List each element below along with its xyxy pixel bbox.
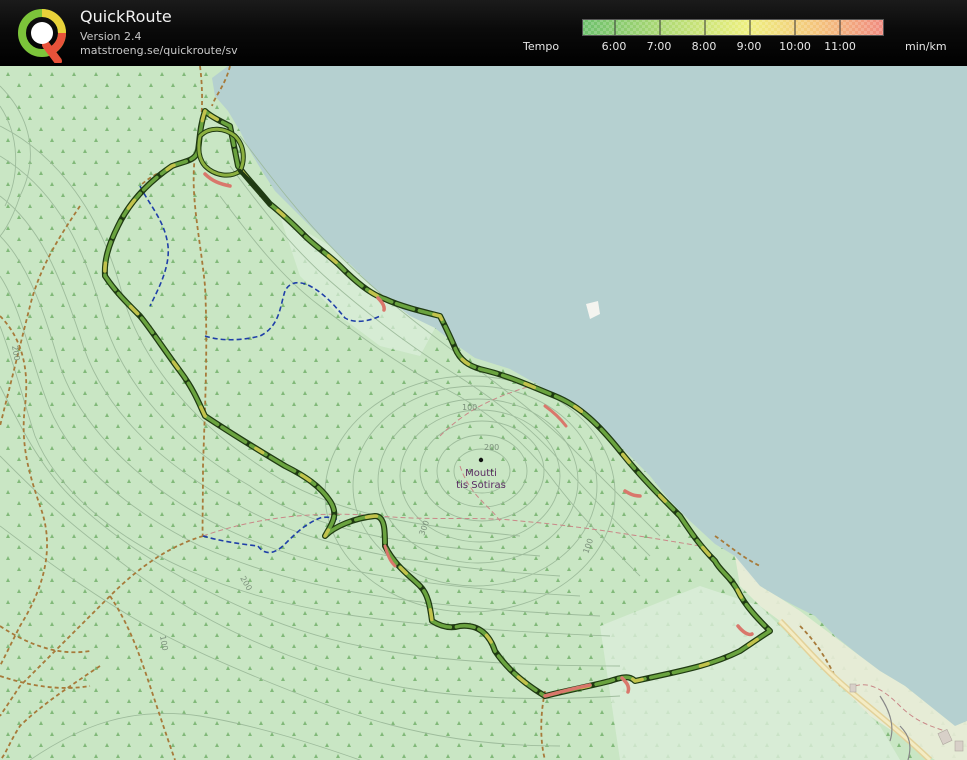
pace-tick-label: 9:00 bbox=[736, 40, 762, 53]
pace-color-scale bbox=[582, 19, 884, 36]
contour-label: 100 bbox=[462, 403, 477, 412]
route-map[interactable]: 100 200 300 100 200 100 200 Moutti tis S… bbox=[0, 66, 967, 760]
pace-legend-title: Tempo bbox=[523, 40, 560, 53]
pace-tick-label: 11:00 bbox=[824, 40, 856, 53]
quickroute-logo-icon bbox=[18, 9, 66, 63]
header-bar: QuickRoute Version 2.4 matstroeng.se/qui… bbox=[0, 0, 967, 66]
pace-tick-label: 8:00 bbox=[691, 40, 717, 53]
peak-name-line1: Moutti bbox=[465, 468, 497, 479]
pace-tick-label: 10:00 bbox=[779, 40, 811, 53]
pace-tick-label: 6:00 bbox=[601, 40, 627, 53]
peak-name-line2: tis Sotiras bbox=[456, 480, 506, 491]
pace-legend-unit: min/km bbox=[905, 40, 947, 53]
app-title: QuickRoute bbox=[80, 7, 172, 26]
pace-tick-label: 7:00 bbox=[646, 40, 672, 53]
app-version: Version 2.4 bbox=[80, 30, 142, 43]
contour-label: 200 bbox=[484, 443, 499, 452]
app-url: matstroeng.se/quickroute/sv bbox=[80, 44, 238, 57]
peak-marker-icon bbox=[478, 457, 484, 463]
